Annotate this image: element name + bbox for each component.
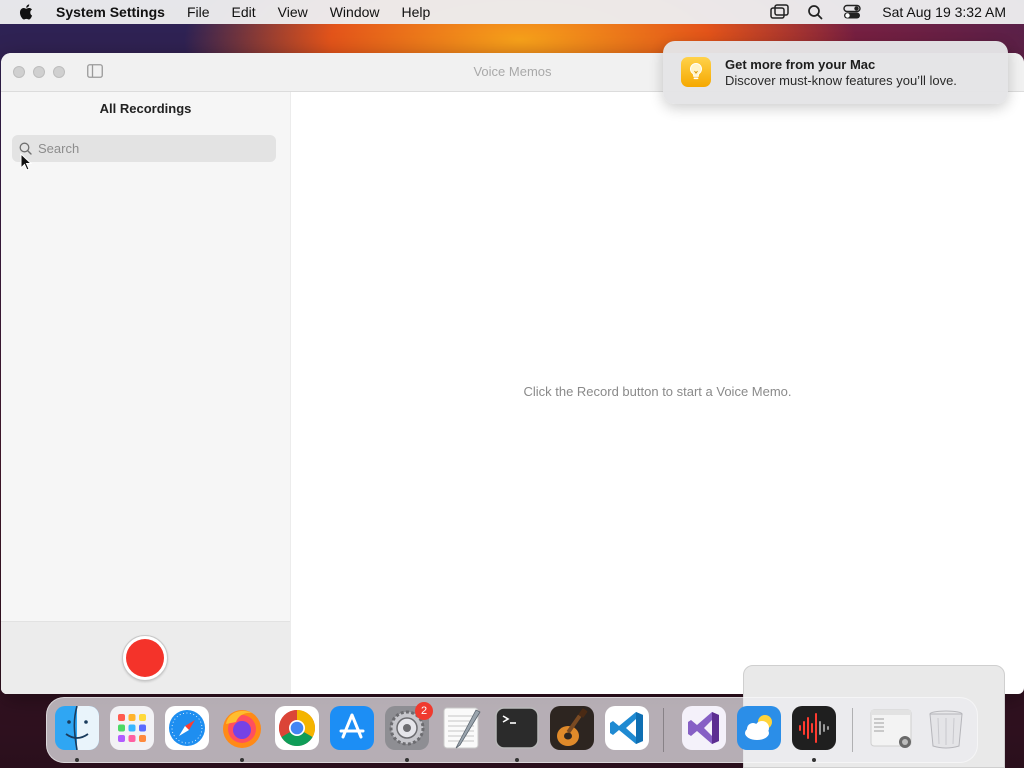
spotlight-search-icon[interactable] bbox=[806, 4, 826, 20]
dock-launchpad-icon[interactable] bbox=[110, 706, 154, 750]
dock-system-settings-icon[interactable]: 2 bbox=[385, 702, 433, 750]
recordings-sidebar: All Recordings bbox=[1, 92, 291, 694]
settings-notification-badge: 2 bbox=[415, 702, 433, 720]
notification-title: Get more from your Mac bbox=[725, 57, 876, 72]
mouse-pointer-icon bbox=[20, 153, 32, 171]
dock-app-store-icon[interactable] bbox=[330, 706, 374, 750]
dock-garageband-icon[interactable] bbox=[550, 706, 594, 750]
search-field[interactable] bbox=[12, 135, 276, 162]
menu-view[interactable]: View bbox=[267, 4, 319, 20]
menu-help[interactable]: Help bbox=[391, 4, 442, 20]
menu-bar: System Settings File Edit View Window He… bbox=[0, 0, 1024, 24]
dock-weather-icon[interactable] bbox=[737, 706, 781, 750]
memo-detail-pane: Click the Record button to start a Voice… bbox=[291, 92, 1024, 694]
record-dot-icon bbox=[126, 639, 164, 677]
dock: 2 bbox=[46, 697, 978, 763]
terminal-running-indicator bbox=[515, 758, 519, 762]
dock-separator bbox=[852, 708, 853, 752]
dock-downloads-stack-icon[interactable] bbox=[869, 706, 913, 750]
dock-chrome-icon[interactable] bbox=[275, 706, 319, 750]
finder-running-indicator bbox=[75, 758, 79, 762]
dock-separator bbox=[663, 708, 664, 752]
record-button[interactable] bbox=[122, 635, 168, 681]
screen-mirroring-icon[interactable] bbox=[770, 4, 790, 20]
dock-firefox-icon[interactable] bbox=[220, 706, 264, 750]
dock-textedit-icon[interactable] bbox=[440, 706, 484, 750]
settings-running-indicator bbox=[405, 758, 409, 762]
tips-app-icon bbox=[681, 57, 711, 87]
apple-icon[interactable] bbox=[18, 3, 36, 21]
dock-voice-memos-icon[interactable] bbox=[792, 706, 836, 750]
menu-app-name[interactable]: System Settings bbox=[50, 4, 176, 20]
dock-safari-icon[interactable] bbox=[165, 706, 209, 750]
menu-edit[interactable]: Edit bbox=[221, 4, 267, 20]
menu-window[interactable]: Window bbox=[319, 4, 391, 20]
dock-finder-icon[interactable] bbox=[55, 706, 99, 750]
firefox-running-indicator bbox=[240, 758, 244, 762]
control-center-icon[interactable] bbox=[842, 4, 862, 20]
dock-vscode-icon[interactable] bbox=[605, 706, 649, 750]
empty-state-message: Click the Record button to start a Voice… bbox=[523, 384, 792, 399]
sidebar-title: All Recordings bbox=[99, 101, 192, 116]
voice-memos-running-indicator bbox=[812, 758, 816, 762]
menu-file[interactable]: File bbox=[176, 4, 221, 20]
notification-body: Discover must-know features you’ll love. bbox=[725, 73, 957, 88]
dock-trash-icon[interactable] bbox=[924, 706, 968, 750]
menu-bar-clock[interactable]: Sat Aug 19 3:32 AM bbox=[882, 4, 1006, 20]
notification-banner[interactable]: Get more from your Mac Discover must-kno… bbox=[663, 41, 1008, 104]
dock-terminal-icon[interactable] bbox=[495, 706, 539, 750]
sidebar-footer bbox=[1, 621, 290, 694]
dock-visual-studio-icon[interactable] bbox=[682, 706, 726, 750]
voice-memos-window: Voice Memos All Recordings Click the Rec… bbox=[1, 53, 1024, 694]
search-input[interactable] bbox=[36, 140, 260, 157]
